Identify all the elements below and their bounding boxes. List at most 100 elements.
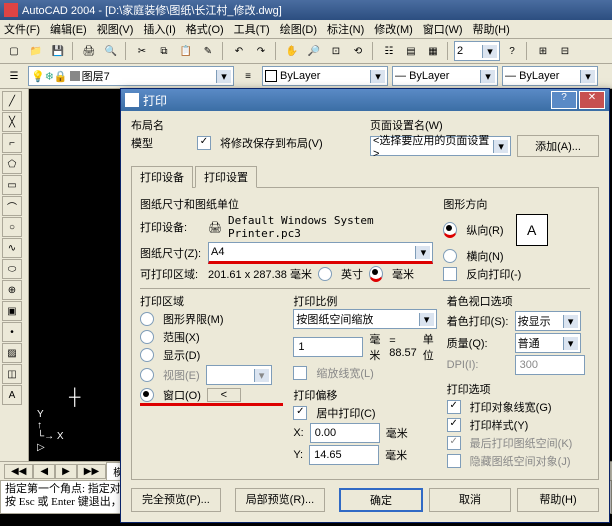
window-pick-button[interactable]: < [207, 388, 241, 402]
zoom-prev-icon[interactable]: ⟲ [348, 41, 368, 61]
window-title: AutoCAD 2004 - [D:\家庭装修\图纸\长江村_修改.dwg] [22, 2, 282, 18]
window-radio[interactable] [140, 388, 154, 402]
new-icon[interactable]: ▢ [4, 41, 24, 61]
extents-radio[interactable] [140, 330, 154, 344]
chevron-down-icon: ▾ [419, 313, 434, 326]
dialog-title-bar[interactable]: 打印 ? ✕ [121, 89, 609, 111]
linetype-combo[interactable]: — ByLayer▾ [392, 66, 498, 86]
circle-icon[interactable]: ○ [2, 217, 22, 237]
zoom-icon[interactable]: 🔎 [304, 41, 324, 61]
limits-radio[interactable] [140, 312, 154, 326]
xline-icon[interactable]: ╳ [2, 112, 22, 132]
insert-icon[interactable]: ⊕ [2, 280, 22, 300]
undo-icon[interactable]: ↶ [229, 41, 249, 61]
save-icon[interactable]: 💾 [48, 41, 68, 61]
pline-icon[interactable]: ⌐ [2, 133, 22, 153]
menu-file[interactable]: 文件(F) [4, 21, 40, 37]
arc-icon[interactable]: ⌒ [2, 196, 22, 216]
match-icon[interactable]: ✎ [198, 41, 218, 61]
extra2-icon[interactable]: ⊟ [555, 41, 575, 61]
tab-print-settings[interactable]: 打印设置 [195, 166, 257, 188]
dcenter-icon[interactable]: ▤ [401, 41, 421, 61]
menu-dimension[interactable]: 标注(N) [327, 21, 364, 37]
upside-check[interactable] [443, 267, 457, 281]
layer-prev-icon[interactable]: ≡ [238, 66, 258, 86]
page-setup-combo[interactable]: <选择要应用的页面设置>▾ [370, 136, 511, 156]
layer-manager-icon[interactable]: ☰ [4, 66, 24, 86]
close-button[interactable]: ✕ [579, 91, 605, 109]
menu-help[interactable]: 帮助(H) [473, 21, 510, 37]
menu-modify[interactable]: 修改(M) [374, 21, 413, 37]
offset-x-field[interactable]: 0.00 [310, 423, 380, 443]
landscape-radio[interactable] [443, 249, 457, 263]
scale-combo[interactable]: 按图纸空间缩放▾ [293, 309, 436, 329]
help-button[interactable]: 帮助(H) [517, 488, 599, 512]
color-combo[interactable]: ByLayer▾ [262, 66, 388, 86]
unit-inch-radio[interactable] [318, 267, 332, 281]
copy-icon[interactable]: ⧉ [154, 41, 174, 61]
ellipse-icon[interactable]: ⬭ [2, 259, 22, 279]
unit-mm-radio[interactable] [369, 266, 383, 282]
text-icon[interactable]: A [2, 385, 22, 405]
nav-last[interactable]: ▶▶ [77, 464, 106, 479]
quality-combo[interactable]: 普通▾ [515, 333, 581, 353]
orient-group-label: 图形方向 [443, 196, 590, 212]
offset-y-field[interactable]: 14.65 [309, 445, 379, 465]
paper-size-combo[interactable]: A4▾ [208, 242, 433, 264]
menu-edit[interactable]: 编辑(E) [50, 21, 87, 37]
print-icon[interactable]: 🖨 [79, 41, 99, 61]
crosshair-cursor: ┼ [69, 389, 80, 407]
partial-preview-button[interactable]: 局部预览(R)... [235, 488, 325, 512]
menu-tools[interactable]: 工具(T) [234, 21, 270, 37]
cancel-button[interactable]: 取消 [429, 488, 511, 512]
help-button[interactable]: ? [551, 91, 577, 109]
zoom-window-icon[interactable]: ⊡ [326, 41, 346, 61]
point-icon[interactable]: • [2, 322, 22, 342]
nav-first[interactable]: ◀◀ [4, 464, 33, 479]
menu-view[interactable]: 视图(V) [97, 21, 134, 37]
nav-prev[interactable]: ◀ [33, 464, 55, 479]
portrait-radio[interactable] [443, 222, 457, 238]
hatch-icon[interactable]: ▨ [2, 343, 22, 363]
scale-num-field[interactable]: 1 [293, 337, 363, 357]
chevron-down-icon: ▾ [415, 246, 430, 259]
spline-icon[interactable]: ∿ [2, 238, 22, 258]
help-icon[interactable]: ? [502, 41, 522, 61]
tab-print-device[interactable]: 打印设备 [131, 166, 193, 188]
nav-next[interactable]: ▶ [55, 464, 77, 479]
rect-icon[interactable]: ▭ [2, 175, 22, 195]
save-changes-label: 将修改保存到布局(V) [220, 135, 323, 151]
full-preview-button[interactable]: 完全预览(P)... [131, 488, 221, 512]
lineweight-combo[interactable]: — ByLayer▾ [502, 66, 598, 86]
menu-format[interactable]: 格式(O) [186, 21, 224, 37]
properties-icon[interactable]: ☷ [379, 41, 399, 61]
pan-icon[interactable]: ✋ [282, 41, 302, 61]
app-icon [4, 3, 18, 17]
menu-insert[interactable]: 插入(I) [143, 21, 175, 37]
paste-icon[interactable]: 📋 [176, 41, 196, 61]
line-icon[interactable]: ╱ [2, 91, 22, 111]
center-check[interactable] [293, 406, 307, 420]
redo-icon[interactable]: ↷ [251, 41, 271, 61]
save-changes-check[interactable] [197, 136, 211, 150]
opt-lw-check[interactable] [447, 400, 461, 414]
display-radio[interactable] [140, 348, 154, 362]
preview-icon[interactable]: 🔍 [101, 41, 121, 61]
add-button[interactable]: 添加(A)... [517, 135, 599, 157]
layer-combo[interactable]: 💡❄🔒 图层7 ▾ [28, 66, 234, 86]
open-icon[interactable]: 📁 [26, 41, 46, 61]
zoom-combo[interactable]: 2▾ [454, 41, 500, 61]
lineweights-check [293, 366, 307, 380]
opt-styles-check[interactable] [447, 418, 461, 432]
ok-button[interactable]: 确定 [339, 488, 423, 512]
polygon-icon[interactable]: ⬠ [2, 154, 22, 174]
shade-combo[interactable]: 按显示▾ [515, 311, 581, 331]
menu-draw[interactable]: 绘图(D) [280, 21, 317, 37]
cut-icon[interactable]: ✂ [132, 41, 152, 61]
region-icon[interactable]: ◫ [2, 364, 22, 384]
toolpal-icon[interactable]: ▦ [423, 41, 443, 61]
block-icon[interactable]: ▣ [2, 301, 22, 321]
printer-icon: 🖨 [208, 221, 222, 234]
menu-window[interactable]: 窗口(W) [423, 21, 463, 37]
extra1-icon[interactable]: ⊞ [533, 41, 553, 61]
